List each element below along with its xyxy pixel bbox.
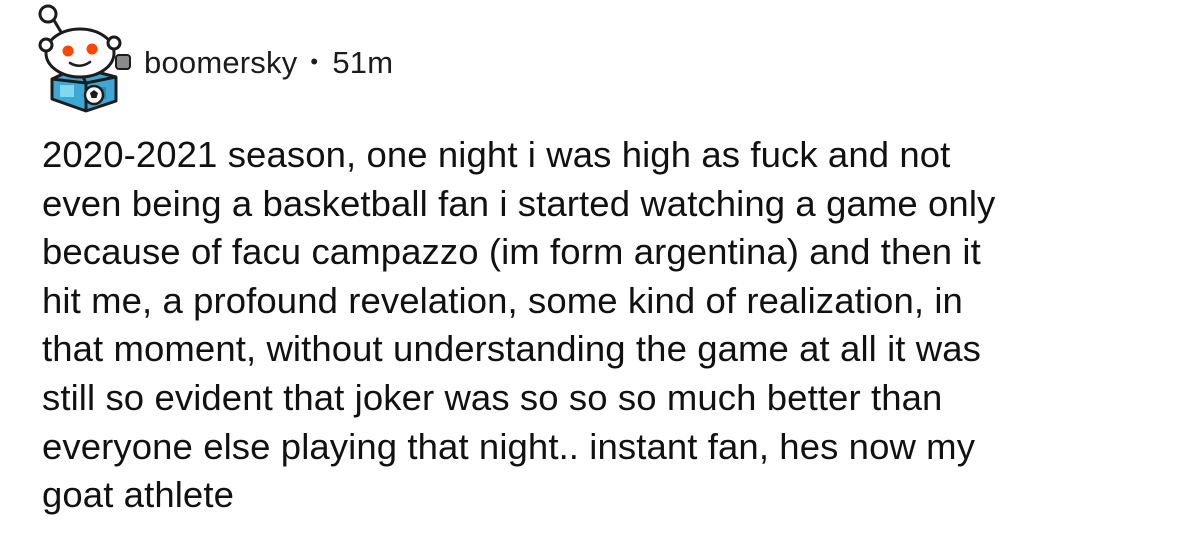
comment-body-line: even being a basketball fan i started wa… bbox=[42, 182, 996, 224]
comment-body-line: because of facu campazzo (im form argent… bbox=[42, 231, 981, 273]
comment-body-line: goat athlete bbox=[42, 474, 234, 516]
author-username[interactable]: boomersky bbox=[144, 45, 297, 81]
comment-body-line: 2020-2021 season, one night i was high a… bbox=[42, 134, 951, 175]
comment-header: boomersky • 51m bbox=[30, 0, 393, 120]
comment-body-line: still so evident that joker was so so so… bbox=[42, 376, 943, 418]
comment-body: 2020-2021 season, one night i was high a… bbox=[42, 131, 1182, 520]
comment-timestamp[interactable]: 51m bbox=[332, 45, 393, 81]
comment: boomersky • 51m 2020-2021 season, one ni… bbox=[0, 0, 1199, 534]
avatar[interactable] bbox=[30, 3, 134, 115]
comment-body-line: hit me, a profound revelation, some kind… bbox=[42, 279, 963, 321]
meta-separator: • bbox=[310, 49, 319, 74]
comment-meta: boomersky • 51m bbox=[144, 45, 393, 81]
comment-body-line: everyone else playing that night.. insta… bbox=[42, 425, 976, 467]
comment-body-line: that moment, without understanding the g… bbox=[42, 328, 981, 370]
reddit-snoo-avatar-icon bbox=[38, 4, 131, 113]
